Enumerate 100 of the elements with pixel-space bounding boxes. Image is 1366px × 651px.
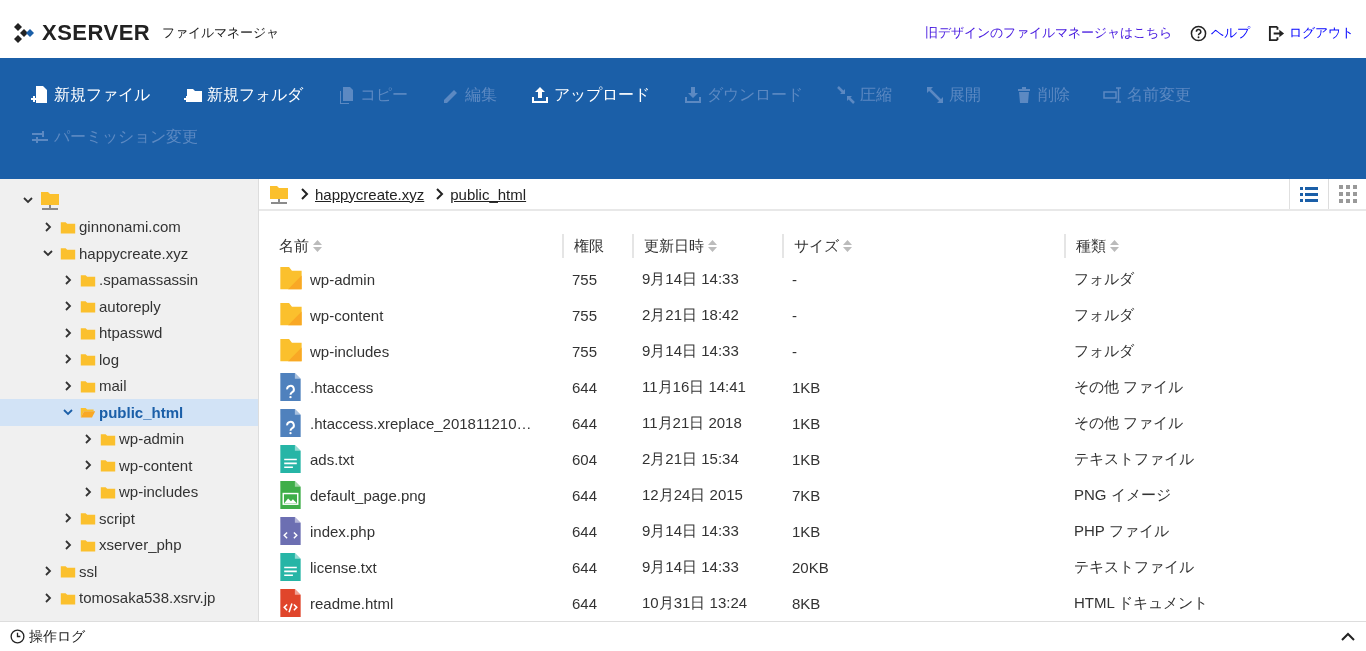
sort-icon [708, 240, 717, 252]
column-header[interactable]: 種類 [1064, 234, 1366, 258]
chevron-right-icon[interactable] [82, 432, 94, 445]
diamond-logo-icon [12, 21, 36, 45]
file-icon [279, 588, 302, 618]
xserver-logo: XSERVER [12, 20, 151, 46]
tree-item[interactable]: xserver_php [0, 531, 258, 558]
chevron-right-icon[interactable] [62, 273, 74, 286]
table-cell-text: 10月31日 13:24 [641, 593, 749, 613]
file-name[interactable]: wp-includes [310, 342, 390, 360]
folder-icon [80, 351, 96, 368]
tree-item[interactable]: mail [0, 372, 258, 399]
chevron-right-icon[interactable] [62, 353, 74, 366]
table-cell-text: 12月24日 2015 [641, 485, 744, 505]
table-cell-text: フォルダ [1073, 341, 1135, 361]
tree-item[interactable]: ginnonami.com [0, 213, 258, 240]
tree-item[interactable]: happycreate.xyz [0, 240, 258, 267]
tree-item[interactable]: wp-admin [0, 425, 258, 452]
file-name[interactable]: .htaccess [310, 378, 374, 396]
chevron-right-icon[interactable] [62, 379, 74, 392]
folder-icon [60, 245, 76, 262]
file-icon [279, 516, 302, 546]
tree-item[interactable]: wp-content [0, 452, 258, 479]
column-header[interactable]: 更新日時 [632, 234, 782, 258]
tree-item[interactable]: tomosaka538.xsrv.jp [0, 584, 258, 611]
chevron-right-icon[interactable] [42, 591, 54, 604]
grid-icon [1337, 184, 1358, 204]
tree-item[interactable]: autoreply [0, 293, 258, 320]
file-icon [279, 408, 302, 438]
tree-item[interactable]: public_html [0, 399, 258, 426]
table-cell-text: テキストファイル [1073, 449, 1195, 469]
compress-icon [836, 85, 856, 105]
toolbar-button[interactable]: 新規ファイル [30, 84, 150, 106]
chevron-right-icon[interactable] [42, 220, 54, 233]
breadcrumb-link[interactable]: happycreate.xyz [315, 185, 425, 203]
column-header[interactable]: 権限 [562, 234, 632, 258]
table-cell-text: 11月21日 2018 [641, 413, 743, 433]
table-cell-text: 9月14日 14:33 [641, 341, 740, 361]
breadcrumb-link[interactable]: public_html [450, 185, 527, 203]
column-header[interactable]: サイズ [782, 234, 1064, 258]
file-name[interactable]: wp-admin [310, 270, 376, 288]
chevron-right-icon[interactable] [82, 459, 94, 472]
table-cell-text: 644 [571, 558, 599, 576]
table-cell-text: 644 [571, 522, 599, 540]
header-link[interactable]: ヘルプ [1190, 24, 1250, 42]
chevron-right-icon[interactable] [62, 538, 74, 551]
file-icon [279, 552, 302, 582]
table-cell-text: 1KB [791, 378, 822, 396]
upload-icon [530, 85, 550, 105]
list-icon [1299, 184, 1319, 204]
tree-item[interactable]: htpasswd [0, 319, 258, 346]
tree-item[interactable]: wp-includes [0, 478, 258, 505]
file-name[interactable]: .htaccess.xreplace_201811210… [310, 414, 532, 432]
file-icon [279, 444, 302, 474]
chevron-right-icon[interactable] [82, 485, 94, 498]
file-name[interactable]: ads.txt [310, 450, 355, 468]
header-link[interactable]: 旧デザインのファイルマネージャはこちら [925, 24, 1172, 42]
file-name[interactable]: readme.html [310, 594, 394, 612]
tree-item[interactable]: log [0, 346, 258, 373]
expand-icon [925, 85, 945, 105]
network-folder-icon[interactable] [269, 184, 289, 204]
file-name[interactable]: default_page.png [310, 486, 426, 504]
tree-item[interactable]: .spamassassin [0, 266, 258, 293]
table-cell-text: 755 [571, 306, 599, 324]
file-name[interactable]: license.txt [310, 558, 377, 576]
table-cell-text: 644 [571, 486, 599, 504]
tree-item[interactable]: ssl [0, 558, 258, 585]
chevron-right-icon[interactable] [62, 300, 74, 313]
file-name[interactable]: index.php [310, 522, 376, 540]
chevron-right-icon[interactable] [42, 565, 54, 578]
toolbar-button[interactable]: アップロード [530, 84, 650, 106]
toolbar-button[interactable]: 新規フォルダ [183, 84, 303, 106]
table-cell-text: - [791, 306, 798, 324]
sort-icon [313, 240, 322, 252]
table-cell-text: PHP ファイル [1073, 521, 1170, 541]
chevron-up-icon[interactable] [1340, 630, 1356, 643]
chevron-right-icon[interactable] [62, 512, 74, 525]
chevron-right-icon [434, 188, 445, 200]
table-cell-text: その他 ファイル [1073, 377, 1185, 397]
tree-item[interactable]: script [0, 505, 258, 532]
chevron-right-icon [299, 188, 309, 200]
table-cell-text: 9月14日 14:33 [641, 269, 740, 289]
operation-log-toggle[interactable]: 操作ログ [10, 627, 85, 646]
header-link[interactable]: ログアウト [1268, 24, 1354, 42]
table-cell-text: 644 [571, 378, 599, 396]
column-header[interactable]: 名前 [279, 234, 562, 258]
table-cell-text: 755 [571, 342, 599, 360]
table-cell-text: 11月16日 14:41 [641, 377, 747, 397]
file-name[interactable]: wp-content [310, 306, 384, 324]
table-cell-text: 1KB [791, 522, 822, 540]
chevron-right-icon[interactable] [62, 326, 74, 339]
table-cell-text: 644 [571, 414, 599, 432]
table-cell-text: 8KB [791, 594, 822, 612]
table-cell-text: フォルダ [1073, 269, 1135, 289]
table-cell-text: 1KB [791, 450, 822, 468]
table-cell-text: 755 [571, 270, 599, 288]
table-cell-text: 2月21日 18:42 [641, 305, 740, 325]
table-cell-text: PNG イメージ [1073, 485, 1172, 505]
file-icon [279, 372, 302, 402]
sort-icon [843, 240, 852, 252]
